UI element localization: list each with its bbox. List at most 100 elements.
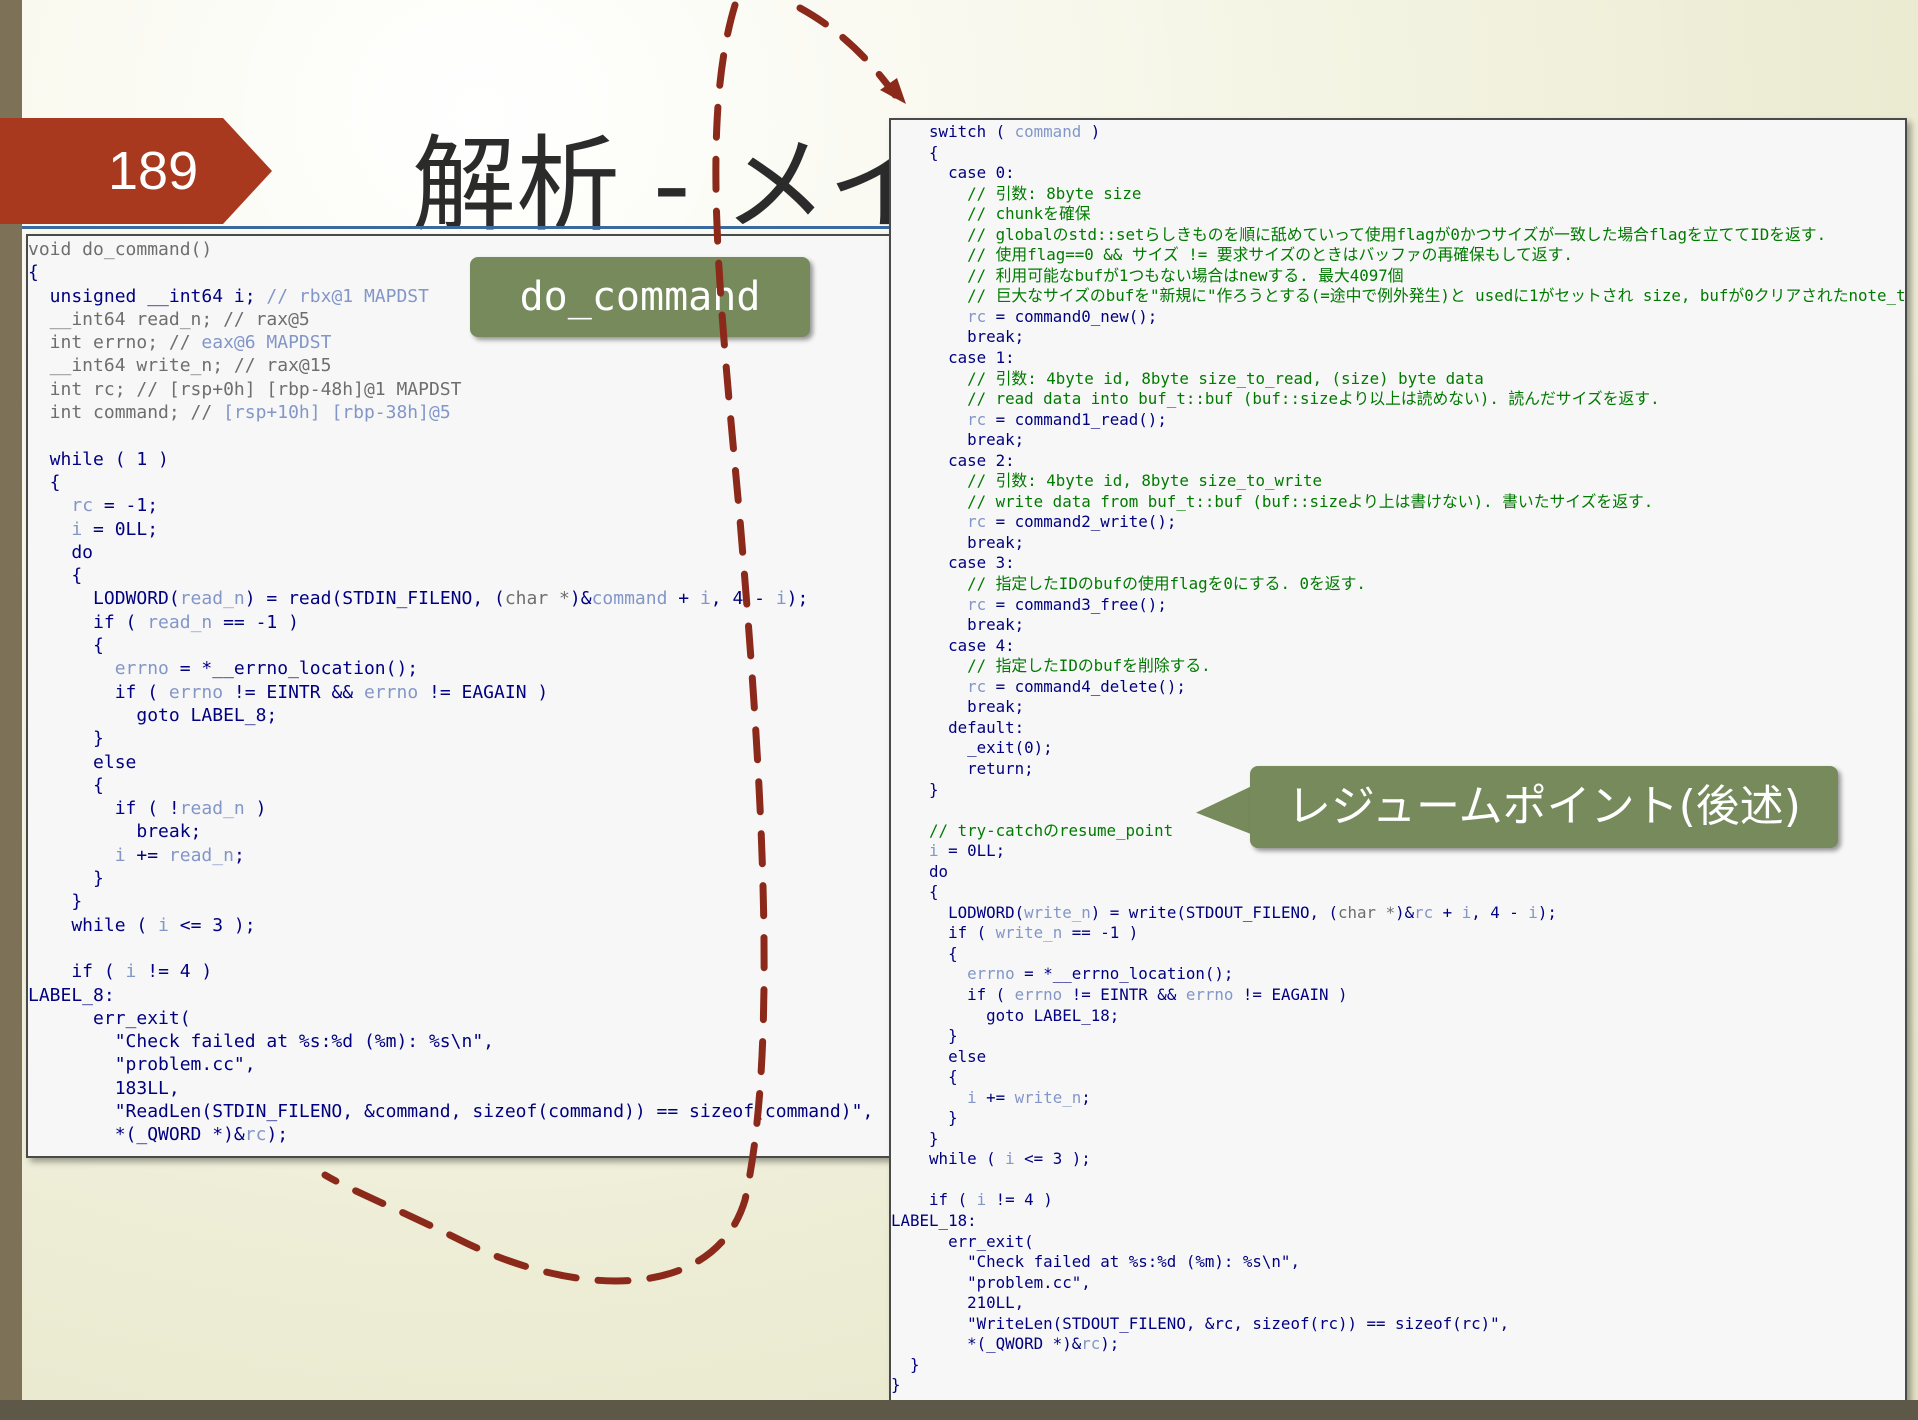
code-token: i: [114, 844, 126, 866]
code-token: int errno; //: [28, 332, 202, 354]
code-token: i: [158, 914, 169, 936]
code-token: do: [891, 861, 949, 881]
code-token: i: [929, 841, 939, 861]
code-line: 183LL,: [28, 1077, 892, 1100]
code-token: goto LABEL_8;: [28, 704, 278, 726]
code-token: = command2_write();: [986, 512, 1177, 532]
code-token: {: [28, 262, 39, 284]
code-token: rc: [244, 1124, 267, 1146]
code-token: {: [28, 774, 104, 796]
code-token: rc: [1081, 1334, 1101, 1354]
code-line: else: [891, 1047, 1905, 1068]
code-token: 183LL,: [28, 1077, 180, 1099]
code-token: else: [891, 1046, 987, 1066]
code-token: ;: [1081, 1087, 1091, 1107]
code-token: *(_QWORD *)&: [891, 1334, 1082, 1354]
code-token: != EINTR &&: [1062, 984, 1186, 1004]
code-token: rc: [967, 409, 987, 429]
code-token: }: [891, 1128, 939, 1148]
code-token: read_n: [179, 798, 245, 820]
code-token: != EAGAIN ): [1233, 984, 1348, 1004]
code-token: while ( 1 ): [28, 448, 169, 470]
code-token: 210LL,: [891, 1293, 1025, 1313]
code-line: "Check failed at %s:%d (%m): %s\n",: [891, 1252, 1905, 1273]
code-token: );: [1537, 902, 1557, 922]
code-token: +=: [125, 844, 169, 866]
code-token: rc: [967, 306, 987, 326]
code-line: }: [891, 1355, 1905, 1376]
code-line: switch ( command ): [891, 122, 1905, 143]
code-token: if (: [891, 1190, 977, 1210]
code-line: if ( errno != EINTR && errno != EAGAIN ): [891, 985, 1905, 1006]
code-panel-switch: switch ( command ) { case 0: // 引数: 8byt…: [889, 118, 1907, 1402]
code-token: i: [125, 961, 137, 983]
code-token: }: [891, 1354, 920, 1374]
code-token: LABEL_8:: [28, 984, 115, 1006]
code-line: if ( !read_n ): [28, 797, 892, 820]
code-token: {: [891, 943, 958, 963]
code-line: LABEL_8:: [28, 984, 892, 1007]
code-line: *(_QWORD *)&rc);: [891, 1334, 1905, 1355]
code-token: write_n: [1014, 1087, 1082, 1107]
code-line: {: [891, 1067, 1905, 1088]
callout-resume-point: レジュームポイント(後述): [1250, 766, 1838, 848]
slide-number: 189: [108, 141, 199, 201]
code-token: = *__errno_location();: [168, 658, 419, 680]
code-line: {: [28, 564, 892, 587]
code-token: // 引数: 8byte size: [891, 183, 1142, 203]
code-line: default:: [891, 718, 1905, 739]
code-token: , 4 -: [1471, 902, 1529, 922]
code-token: = 0LL;: [82, 518, 159, 540]
code-line: "WriteLen(STDOUT_FILENO, &rc, sizeof(rc)…: [891, 1314, 1905, 1335]
code-token: != 4 ): [136, 961, 213, 983]
title-underline: [22, 226, 912, 229]
code-token: if (: [891, 923, 996, 943]
code-line: {: [891, 944, 1905, 965]
code-token: unsigned __int64 i;: [28, 285, 267, 307]
code-token: if ( !: [28, 798, 180, 820]
code-token: rc: [1414, 902, 1434, 922]
code-token: != 4 ): [986, 1190, 1053, 1210]
code-token: == -1 ): [1062, 923, 1139, 943]
code-token: do: [28, 541, 94, 563]
code-token: break;: [28, 821, 202, 843]
code-token: i: [71, 518, 83, 540]
code-token: );: [786, 588, 809, 610]
code-token: != EINTR &&: [223, 681, 364, 703]
code-token: +: [667, 588, 700, 610]
slide-bottom-strip: [0, 1400, 1918, 1420]
code-line: "ReadLen(STDIN_FILENO, &command, sizeof(…: [28, 1100, 892, 1123]
code-token: i: [1005, 1149, 1015, 1169]
code-token: // write data from buf_t::buf (buf::size…: [891, 491, 1654, 511]
code-token: // try-catchのresume_point: [891, 820, 1174, 840]
code-line: case 0:: [891, 163, 1905, 184]
code-token: // 引数: 4byte id, 8byte size_to_write: [891, 471, 1323, 491]
code-token: = *__errno_location();: [1014, 964, 1234, 984]
code-token: // read data into buf_t::buf (buf::sizeよ…: [891, 389, 1660, 409]
code-line: // globalのstd::setらしきものを順に舐めていって使用flagが0…: [891, 225, 1905, 246]
code-token: LODWORD(: [28, 588, 180, 610]
code-line: // 巨大なサイズのbufを"新規に"作ろうとする(=途中で例外発生)と use…: [891, 286, 1905, 307]
code-token: errno: [967, 964, 1015, 984]
callout-do-command: do_command: [470, 257, 810, 337]
code-token: {: [28, 471, 61, 493]
code-token: switch (: [891, 122, 1015, 141]
code-token: ;: [233, 844, 245, 866]
code-listing-left: void do_command(){ unsigned __int64 i; /…: [28, 236, 892, 1147]
code-token: }: [28, 868, 104, 890]
code-line: int rc; // [rsp+0h] [rbp-48h]@1 MAPDST: [28, 378, 892, 401]
code-token: {: [28, 635, 104, 657]
code-token: rc: [71, 495, 94, 517]
code-token: __int64 write_n; // rax@15: [28, 355, 332, 377]
code-panel-do-command: void do_command(){ unsigned __int64 i; /…: [26, 234, 894, 1158]
code-line: }: [891, 1026, 1905, 1047]
code-line: {: [891, 882, 1905, 903]
code-token: // rbx@1 MAPDST: [266, 285, 429, 307]
code-token: "WriteLen(STDOUT_FILENO, &rc, sizeof(rc)…: [891, 1313, 1510, 1333]
code-token: = 0LL;: [938, 841, 1006, 861]
code-line: case 1:: [891, 348, 1905, 369]
